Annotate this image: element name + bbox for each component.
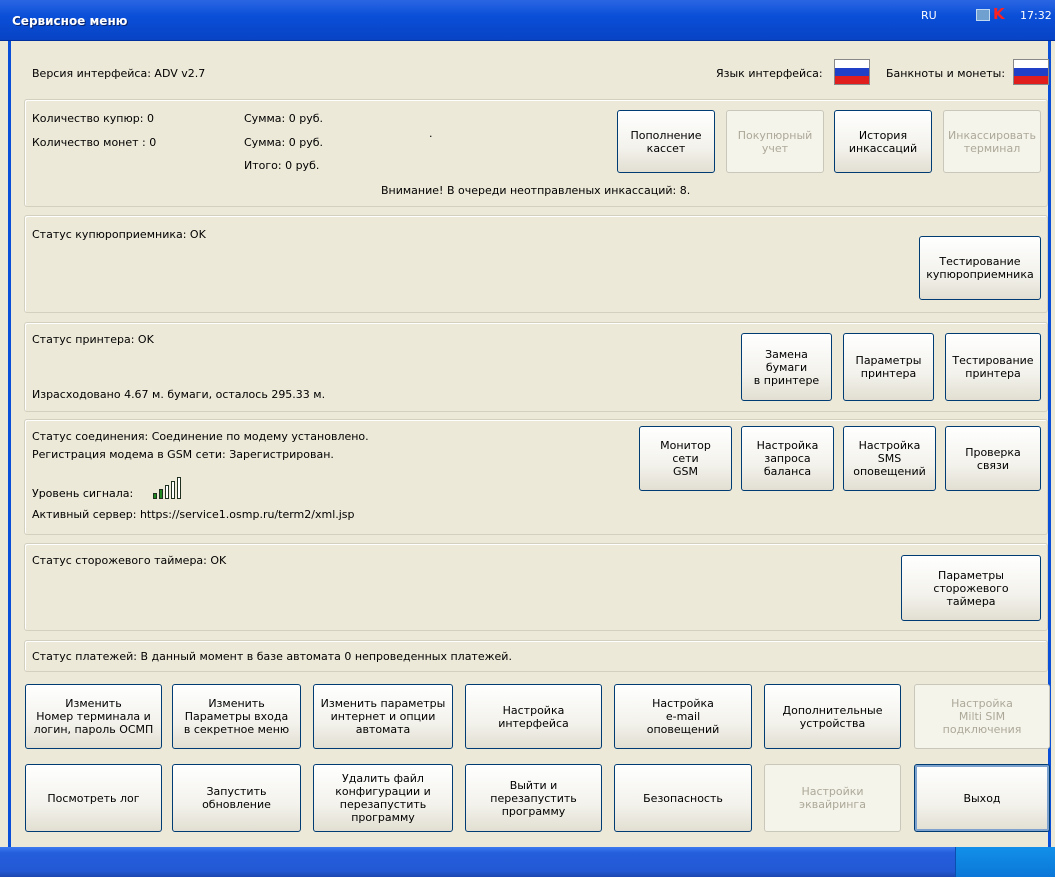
view-log-button[interactable]: Посмотреть лог	[25, 764, 162, 832]
run-update-button[interactable]: Запустить обновление	[172, 764, 301, 832]
active-server: Активный сервер: https://service1.osmp.r…	[32, 508, 355, 521]
interface-version: Версия интерфейса: ADV v2.7	[32, 67, 206, 80]
exit-restart-button[interactable]: Выйти и перезапустить программу	[465, 764, 602, 832]
total-sum: Итого: 0 руб.	[244, 159, 320, 172]
signal-strength-icon	[153, 475, 193, 499]
money-label: Банкноты и монеты:	[886, 67, 1006, 80]
language-flag-icon[interactable]	[834, 59, 870, 85]
title-bar: Сервисное меню	[0, 0, 1055, 41]
separator-dot: .	[429, 127, 433, 140]
email-alerts-button[interactable]: Настройка e-mail оповещений	[614, 684, 752, 749]
system-tray	[955, 847, 1055, 877]
printer-status: Статус принтера: OK	[32, 333, 154, 346]
antivirus-icon[interactable]: K	[993, 6, 1009, 22]
watchdog-status: Статус сторожевого таймера: OK	[32, 554, 227, 567]
clock[interactable]: 17:32	[1020, 9, 1052, 22]
interface-settings-button[interactable]: Настройка интерфейса	[465, 684, 602, 749]
keyboard-language-indicator[interactable]: RU	[921, 9, 937, 22]
balance-request-button[interactable]: Настройка запроса баланса	[741, 426, 834, 491]
gsm-monitor-button[interactable]: Монитор сети GSM	[639, 426, 732, 491]
taskbar	[0, 847, 1055, 877]
coins-sum: Сумма: 0 руб.	[244, 136, 323, 149]
check-connection-button[interactable]: Проверка связи	[945, 426, 1041, 491]
exit-button[interactable]: Выход	[914, 764, 1050, 832]
security-button[interactable]: Безопасность	[614, 764, 752, 832]
bill-acceptor-status: Статус купюроприемника: OK	[32, 228, 206, 241]
test-bill-acceptor-button[interactable]: Тестирование купюроприемника	[919, 236, 1041, 300]
acquiring-settings-button[interactable]: Настройки эквайринга	[764, 764, 901, 832]
watchdog-params-button[interactable]: Параметры сторожевого таймера	[901, 555, 1041, 621]
bill-accounting-button[interactable]: Покупюрный учет	[726, 110, 824, 173]
multi-sim-settings-button[interactable]: Настройка Milti SIM подключения	[914, 684, 1050, 749]
delete-config-button[interactable]: Удалить файл конфигурации и перезапустит…	[313, 764, 453, 832]
sms-alerts-button[interactable]: Настройка SMS оповещений	[843, 426, 936, 491]
signal-bar	[177, 477, 181, 499]
network-icon[interactable]	[976, 9, 990, 21]
refill-cassettes-button[interactable]: Пополнение кассет	[617, 110, 715, 173]
signal-bar	[159, 489, 163, 499]
change-terminal-number-button[interactable]: Изменить Номер терминала и логин, пароль…	[25, 684, 162, 749]
printer-params-button[interactable]: Параметры принтера	[843, 333, 934, 401]
bills-sum: Сумма: 0 руб.	[244, 112, 323, 125]
payments-status: Статус платежей: В данный момент в базе …	[32, 650, 512, 663]
replace-paper-button[interactable]: Замена бумаги в принтере	[741, 333, 832, 401]
signal-label: Уровень сигнала:	[32, 487, 134, 500]
paper-usage: Израсходовано 4.67 м. бумаги, осталось 2…	[32, 388, 326, 401]
signal-bar	[165, 485, 169, 499]
window-title: Сервисное меню	[12, 14, 128, 28]
collection-warning: Внимание! В очереди неотправленых инкасс…	[381, 184, 691, 197]
bills-count: Количество купюр: 0	[32, 112, 154, 125]
signal-bar	[153, 493, 157, 499]
connection-status: Статус соединения: Соединение по модему …	[32, 430, 369, 443]
signal-bar	[171, 481, 175, 499]
additional-devices-button[interactable]: Дополнительные устройства	[764, 684, 901, 749]
collect-terminal-button[interactable]: Инкассировать терминал	[943, 110, 1041, 173]
test-printer-button[interactable]: Тестирование принтера	[945, 333, 1041, 401]
language-label: Язык интерфейса:	[716, 67, 823, 80]
change-internet-params-button[interactable]: Изменить параметры интернет и опции авто…	[313, 684, 453, 749]
collection-history-button[interactable]: История инкассаций	[834, 110, 932, 173]
change-secret-menu-button[interactable]: Изменить Параметры входа в секретное мен…	[172, 684, 301, 749]
gsm-registration: Регистрация модема в GSM сети: Зарегистр…	[32, 448, 334, 461]
coins-count: Количество монет : 0	[32, 136, 157, 149]
money-flag-icon[interactable]	[1013, 59, 1049, 85]
